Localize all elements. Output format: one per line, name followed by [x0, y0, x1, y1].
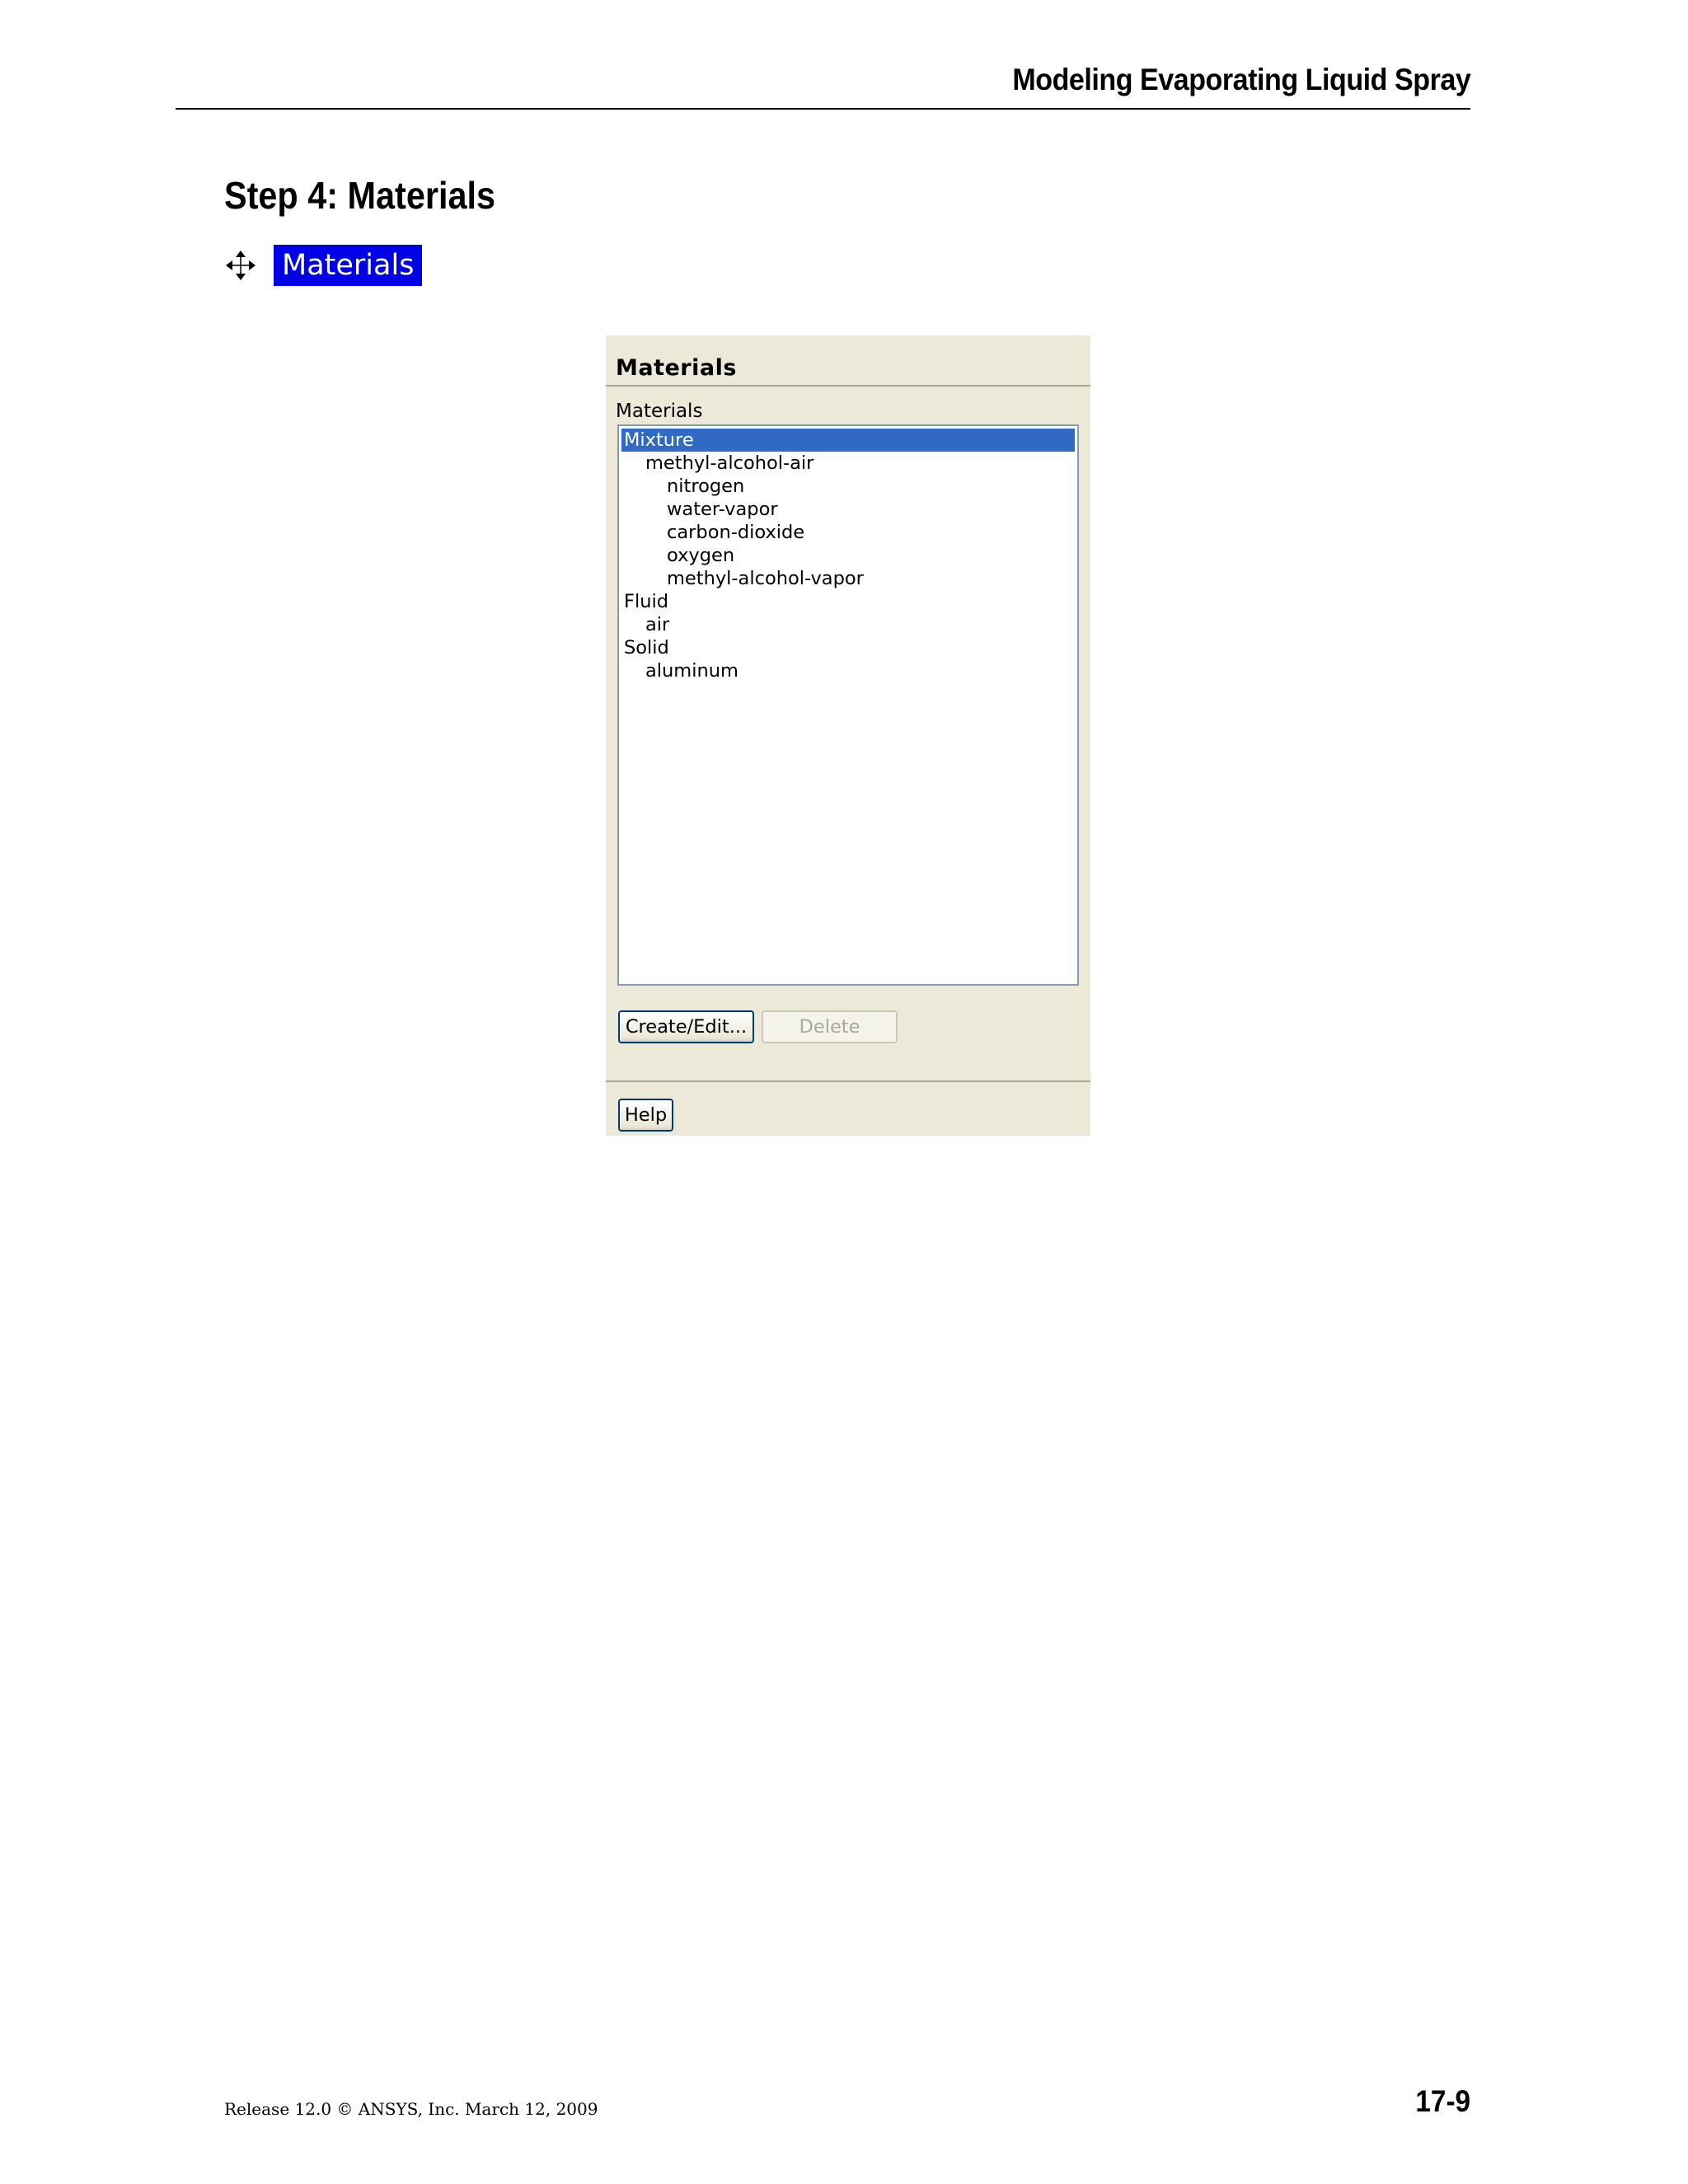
navigation-path: Materials — [224, 245, 423, 286]
materials-list-item[interactable]: oxygen — [621, 544, 1075, 567]
panel-title: Materials — [616, 355, 737, 381]
materials-list-item[interactable]: water-vapor — [621, 498, 1075, 521]
materials-nav-link[interactable]: Materials — [274, 245, 423, 286]
materials-list-item[interactable]: Mixture — [621, 429, 1075, 452]
materials-task-panel: Materials Materials Mixture methyl-alcoho… — [606, 335, 1090, 1136]
materials-list-item[interactable]: Solid — [621, 636, 1075, 659]
materials-list-item[interactable]: carbon-dioxide — [621, 521, 1075, 544]
step-heading: Step 4: Materials — [224, 174, 496, 217]
materials-list-label: Materials — [616, 401, 703, 422]
footer-release: Release 12.0 © ANSYS, Inc. March 12, 200… — [224, 2099, 598, 2119]
navigation-arrows-icon — [226, 251, 256, 280]
materials-list-item[interactable]: methyl-alcohol-air — [621, 452, 1075, 475]
panel-title-divider — [606, 385, 1090, 387]
materials-list[interactable]: Mixture methyl-alcohol-air nitrogen water-v… — [617, 424, 1079, 986]
materials-list-item[interactable]: nitrogen — [621, 475, 1075, 498]
help-button[interactable]: Help — [618, 1099, 673, 1132]
panel-bottom-divider — [606, 1080, 1090, 1082]
page-number: 17-9 — [1415, 2084, 1470, 2118]
materials-list-item[interactable]: aluminum — [621, 659, 1075, 682]
materials-list-item[interactable]: air — [621, 613, 1075, 636]
create-edit-button[interactable]: Create/Edit... — [618, 1010, 754, 1043]
materials-list-item[interactable]: methyl-alcohol-vapor — [621, 567, 1075, 590]
running-header-title: Modeling Evaporating Liquid Spray — [1012, 63, 1470, 96]
materials-list-item[interactable]: Fluid — [621, 590, 1075, 613]
delete-button: Delete — [762, 1010, 898, 1043]
header-rule — [176, 108, 1470, 110]
